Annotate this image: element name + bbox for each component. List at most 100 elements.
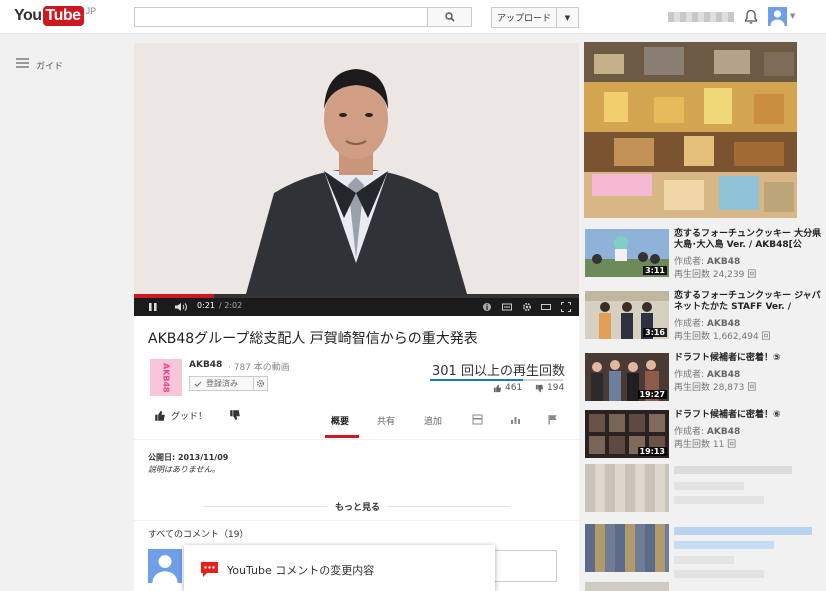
- video-frame[interactable]: [134, 43, 579, 294]
- tab-active-indicator: [325, 435, 359, 438]
- related-title[interactable]: ドラフト候補者に密着！⑥: [674, 410, 822, 421]
- author-name: AKB48: [706, 370, 741, 380]
- video-info-card: AKB48グループ総支配人 戸賀崎智信からの重大発表 AKB48 AKB48 ·…: [134, 316, 579, 439]
- related-video-1[interactable]: 3:11 恋するフォーチュンクッキー 大分県 大島･大入島 Ver. / AKB…: [584, 229, 824, 289]
- blurred-text: [674, 496, 764, 504]
- comment-bubble-icon: [201, 562, 218, 577]
- user-icon: [152, 555, 178, 583]
- related-views: 再生回数 24,239 回: [674, 270, 757, 280]
- username-blurred: [668, 12, 734, 22]
- search-input[interactable]: [134, 7, 428, 27]
- theater-mode-icon[interactable]: [541, 302, 551, 312]
- related-views: 再生回数 28,873 回: [674, 383, 757, 393]
- channel-thumbnail[interactable]: AKB48: [150, 359, 182, 396]
- guide-label[interactable]: ガイド: [36, 59, 63, 72]
- upload-menu-button[interactable]: ▼: [557, 7, 579, 28]
- popup-message: YouTube コメントの変更内容: [227, 564, 375, 577]
- related-title[interactable]: ドラフト候補者に密着！⑤: [674, 353, 822, 364]
- tab-add[interactable]: 追加: [424, 414, 442, 427]
- related-thumbnail-2[interactable]: 3:16: [585, 291, 669, 339]
- report-flag-icon[interactable]: [547, 414, 558, 425]
- youtube-logo[interactable]: You Tube JP: [14, 6, 96, 26]
- subscribed-button[interactable]: 登録済み: [189, 376, 254, 391]
- video-presenter-image: [134, 43, 579, 294]
- author-prefix: 作成者:: [674, 257, 705, 267]
- info-icon[interactable]: [482, 302, 492, 312]
- search-button[interactable]: [428, 7, 472, 27]
- account-avatar[interactable]: [768, 7, 787, 26]
- channel-video-count: · 787 本の動画: [228, 363, 290, 373]
- volume-icon[interactable]: [174, 302, 188, 312]
- transcript-icon[interactable]: [472, 414, 483, 425]
- video-title: AKB48グループ総支配人 戸賀崎智信からの重大発表: [148, 331, 478, 347]
- thumbs-up-icon: [493, 384, 502, 392]
- caret-down-icon: ▼: [564, 13, 571, 22]
- good-button[interactable]: グッド！: [154, 409, 207, 422]
- logo-tube: Tube: [42, 6, 84, 26]
- channel-name-link[interactable]: AKB48: [189, 360, 222, 370]
- good-label: グッド！: [171, 412, 208, 422]
- channel-logo-text: AKB48: [161, 362, 171, 393]
- author-name: AKB48: [706, 427, 741, 437]
- checkmark-icon: [194, 381, 202, 387]
- settings-gear-icon[interactable]: [522, 302, 532, 312]
- related-views: 再生回数 11 回: [674, 440, 737, 450]
- fullscreen-icon[interactable]: [561, 302, 571, 312]
- blurred-text: [674, 570, 764, 578]
- tab-share[interactable]: 共有: [377, 414, 395, 427]
- comments-change-popup[interactable]: YouTube コメントの変更内容: [184, 545, 495, 591]
- description-text: 説明はありません。: [148, 465, 220, 474]
- sidebar-ad-blurred[interactable]: [584, 42, 797, 218]
- search-icon: [444, 12, 455, 22]
- related-thumbnail-blurred[interactable]: [585, 524, 669, 572]
- related-thumbnail-1[interactable]: 3:11: [585, 229, 669, 277]
- thumbs-up-icon: [155, 410, 165, 421]
- related-author: 作成者: AKB48: [674, 254, 740, 267]
- video-description: 公開日: 2013/11/09 説明はありません。 もっと見る: [134, 440, 579, 520]
- account-menu-caret-icon[interactable]: ▼: [790, 12, 795, 20]
- related-video-4[interactable]: 19:13 ドラフト候補者に密着！⑥ 作成者: AKB48 再生回数 11 回: [584, 410, 824, 470]
- tab-overview[interactable]: 概要: [331, 414, 349, 427]
- captions-icon[interactable]: [502, 302, 512, 312]
- dislike-button[interactable]: 194: [535, 383, 564, 393]
- like-button[interactable]: 461: [493, 383, 522, 393]
- like-count: 461: [505, 383, 523, 393]
- guide-menu-icon[interactable]: [16, 58, 29, 69]
- thumbs-down-icon[interactable]: [229, 409, 241, 421]
- video-player[interactable]: 0:21 / 2:02: [134, 43, 579, 316]
- related-video-2[interactable]: 3:16 恋するフォーチュンクッキー ジャパネットたかた STAFF Ver. …: [584, 291, 824, 351]
- view-count: 301 回以上の再生回数: [432, 364, 565, 379]
- author-prefix: 作成者:: [674, 427, 705, 437]
- blurred-text: [674, 527, 812, 535]
- related-thumbnail-blurred[interactable]: [585, 464, 669, 512]
- related-title[interactable]: 恋するフォーチュンクッキー ジャパネットたかた STAFF Ver. /: [674, 291, 822, 313]
- masthead: You Tube JP アップロード ▼ ▼: [0, 0, 826, 34]
- subscription-settings-button[interactable]: [254, 376, 268, 391]
- video-duration: 19:27: [637, 390, 667, 399]
- subscribed-label: 登録済み: [206, 379, 238, 388]
- related-thumbnail-4[interactable]: 19:13: [585, 410, 669, 458]
- related-author: 作成者: AKB48: [674, 424, 740, 437]
- statistics-icon[interactable]: [510, 414, 521, 425]
- comment-user-avatar: [148, 549, 182, 583]
- like-ratio-fill: [430, 379, 524, 381]
- notification-bell-icon[interactable]: [744, 9, 758, 25]
- published-date: 公開日: 2013/11/09: [148, 453, 229, 462]
- related-views: 再生回数 1,662,494 回: [674, 332, 771, 342]
- show-more-button[interactable]: もっと見る: [327, 500, 389, 513]
- related-title[interactable]: 恋するフォーチュンクッキー 大分県 大島･大入島 Ver. / AKB48[公: [674, 229, 822, 251]
- gear-icon: [256, 379, 265, 388]
- video-duration: 3:11: [643, 266, 667, 275]
- upload-button[interactable]: アップロード: [491, 7, 557, 28]
- related-video-3[interactable]: 19:27 ドラフト候補者に密着！⑤ 作成者: AKB48 再生回数 28,87…: [584, 353, 824, 413]
- author-name: AKB48: [706, 257, 741, 267]
- pause-icon[interactable]: [148, 302, 158, 312]
- logo-you: You: [14, 7, 42, 24]
- blurred-text: [674, 466, 792, 474]
- video-duration: 19:13: [637, 447, 667, 456]
- related-thumbnail-3[interactable]: 19:27: [585, 353, 669, 401]
- blurred-ad-image: [584, 42, 797, 218]
- thumbs-down-icon: [535, 384, 544, 392]
- related-thumbnail-blurred[interactable]: [585, 582, 669, 591]
- author-prefix: 作成者:: [674, 319, 705, 329]
